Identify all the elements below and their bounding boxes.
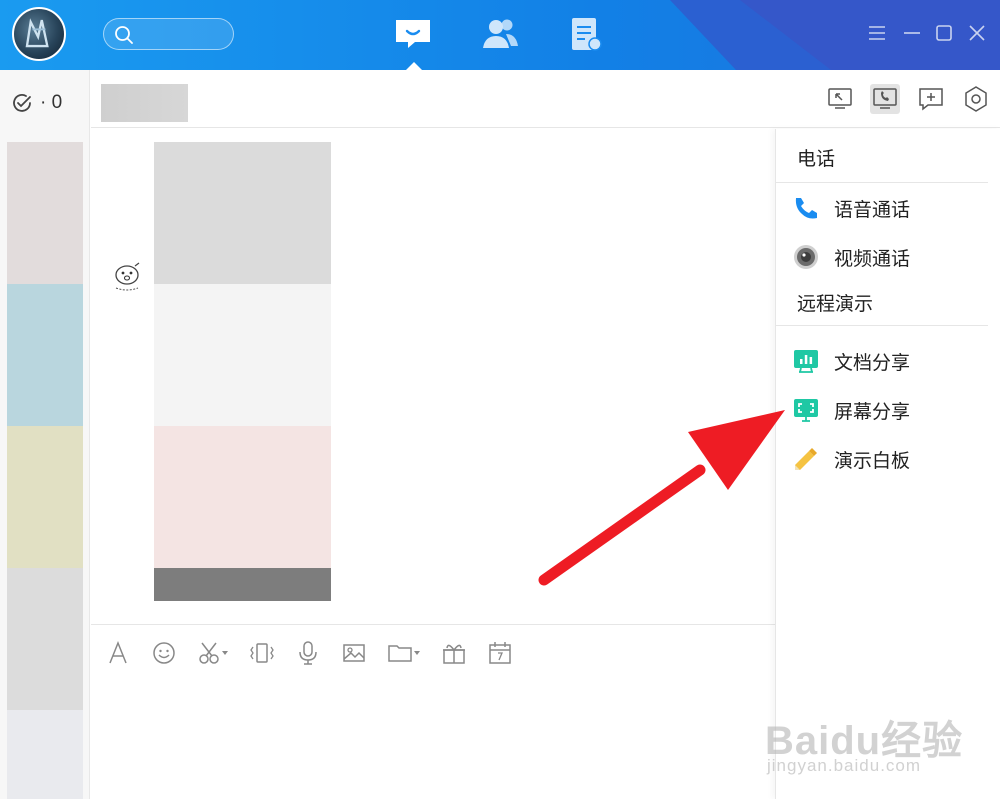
emoji-icon[interactable] xyxy=(151,640,177,666)
sender-avatar-sticker[interactable] xyxy=(108,258,146,296)
active-nav-indicator xyxy=(405,62,423,70)
scissors-icon[interactable] xyxy=(197,640,229,666)
search-icon xyxy=(115,26,133,44)
settings-icon[interactable] xyxy=(961,84,991,114)
watermark-url: jingyan.baidu.com xyxy=(767,756,922,775)
nav-documents-icon[interactable] xyxy=(566,14,606,54)
minimize-icon[interactable] xyxy=(901,22,923,44)
input-toolbar xyxy=(105,640,533,666)
video-call-label: 视频通话 xyxy=(834,248,911,270)
phone-call-icon xyxy=(792,194,820,222)
title-bar xyxy=(0,0,1000,70)
add-icon[interactable] xyxy=(916,84,946,114)
video-call-item[interactable]: 视频通话 xyxy=(792,240,988,274)
document-share-item[interactable]: 文档分享 xyxy=(792,344,988,378)
shake-icon[interactable] xyxy=(249,640,275,666)
screen-share-label: 屏幕分享 xyxy=(834,401,911,423)
screen-share-item[interactable]: 屏幕分享 xyxy=(792,393,988,427)
phone-section-title: 电话 xyxy=(797,149,836,170)
remote-demo-section-title: 远程演示 xyxy=(797,294,874,315)
conversation-item[interactable] xyxy=(7,426,83,568)
calendar-icon[interactable] xyxy=(487,640,513,666)
watermark: Baidu经验 jingyan.baidu.com xyxy=(765,690,1000,790)
maximize-icon[interactable] xyxy=(933,22,955,44)
user-avatar[interactable] xyxy=(12,7,66,61)
conversation-item[interactable] xyxy=(7,710,83,799)
unread-count: · 0 xyxy=(40,92,63,113)
image-message-redacted[interactable] xyxy=(154,142,331,601)
contact-name-redacted xyxy=(101,84,188,122)
font-icon[interactable] xyxy=(105,640,131,666)
menu-icon[interactable] xyxy=(866,22,888,44)
screen-share-icon xyxy=(792,396,820,424)
document-share-label: 文档分享 xyxy=(834,352,911,374)
share-icon[interactable] xyxy=(825,84,855,114)
unread-counter[interactable]: · 0 xyxy=(10,91,62,115)
conversation-list: · 0 xyxy=(0,70,90,799)
mic-icon[interactable] xyxy=(295,640,321,666)
panel-divider xyxy=(776,182,988,183)
gift-icon[interactable] xyxy=(441,640,467,666)
check-circle-icon xyxy=(13,94,31,112)
phone-icon[interactable] xyxy=(870,84,900,114)
whiteboard-label: 演示白板 xyxy=(834,450,911,472)
conversation-item[interactable] xyxy=(7,142,83,284)
whiteboard-item[interactable]: 演示白板 xyxy=(792,442,988,476)
doc-share-icon xyxy=(792,347,820,375)
conversation-item[interactable] xyxy=(7,568,83,710)
voice-call-label: 语音通话 xyxy=(834,199,911,221)
close-icon[interactable] xyxy=(966,22,988,44)
search-box[interactable] xyxy=(103,18,234,50)
video-camera-icon xyxy=(792,243,820,271)
chat-header xyxy=(91,70,1000,128)
conversation-item[interactable] xyxy=(7,284,83,426)
panel-divider xyxy=(776,325,988,326)
folder-icon[interactable] xyxy=(387,640,421,666)
nav-contacts-icon[interactable] xyxy=(480,14,520,54)
nav-messages-chat-icon[interactable] xyxy=(393,14,433,54)
image-icon[interactable] xyxy=(341,640,367,666)
input-divider xyxy=(91,624,775,625)
whiteboard-icon xyxy=(792,445,820,473)
conversation-thumbnails xyxy=(7,142,83,799)
app-window: · 0 电话 语音通话 视频通话 远程演示 文档分享 屏幕分享 演示白板 Bai… xyxy=(0,0,1000,799)
voice-call-item[interactable]: 语音通话 xyxy=(792,191,988,225)
